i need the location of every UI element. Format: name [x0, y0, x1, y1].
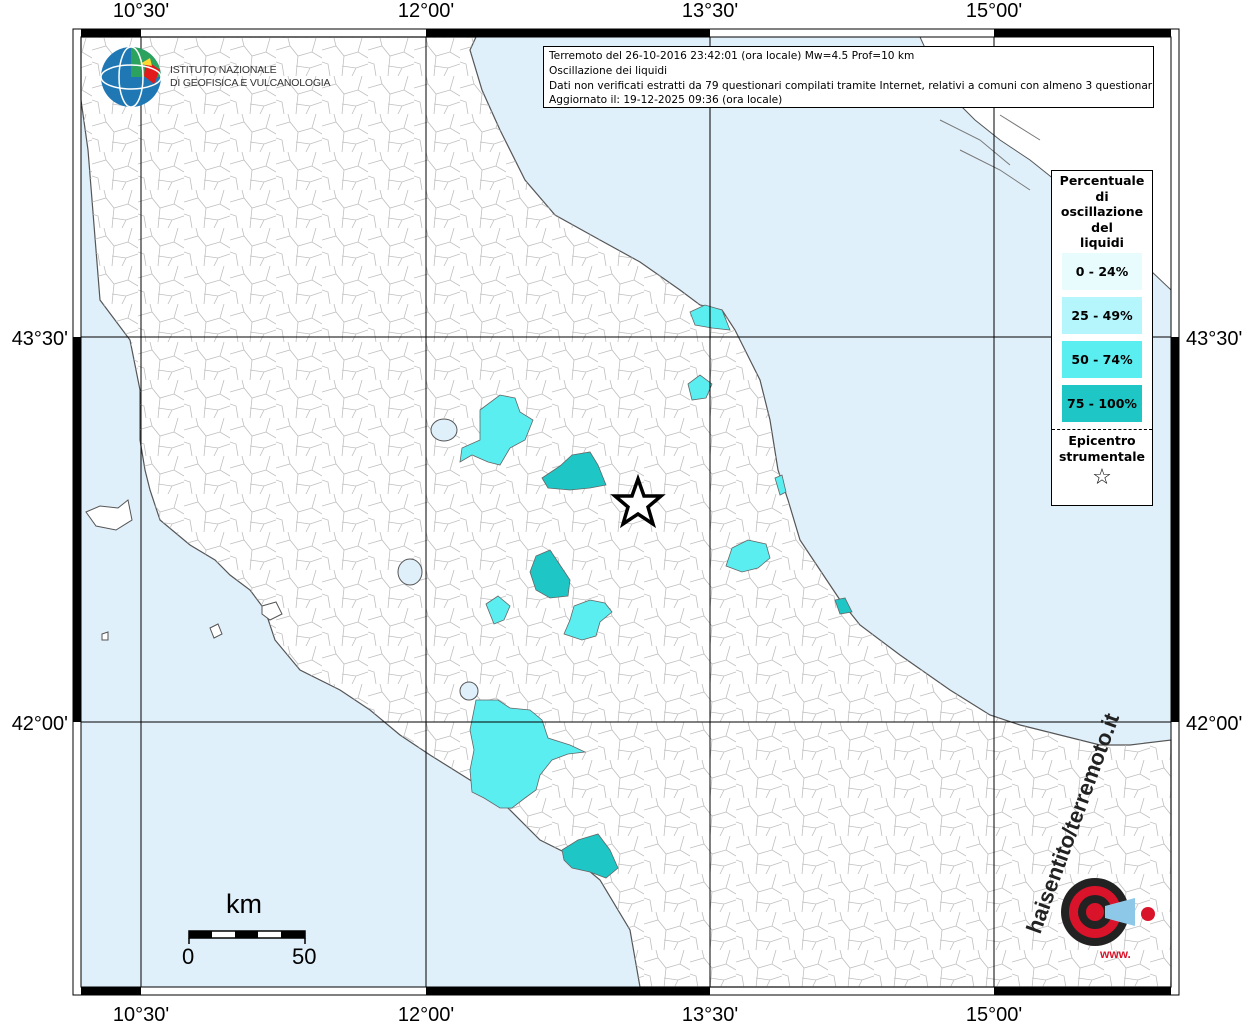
lon-label-bottom-3: 13°30' — [682, 1004, 738, 1024]
legend-title-line: di — [1095, 188, 1109, 204]
legend-title-line: Percentuale — [1059, 173, 1145, 188]
legend: Percentuale di oscillazione del liquidi … — [1051, 170, 1153, 506]
scale-title: km — [226, 889, 262, 919]
legend-epicenter-line: strumentale — [1058, 449, 1146, 464]
legend-class-1: 25 - 49% — [1062, 297, 1142, 334]
legend-epicenter: Epicentro strumentale ☆ — [1052, 430, 1152, 491]
event-info-box: Terremoto del 26-10-2016 23:42:01 (ora l… — [543, 46, 1154, 108]
legend-title-line: del — [1091, 219, 1113, 235]
lat-label-left-2: 42°00' — [12, 713, 68, 735]
ingv-logo — [100, 46, 162, 108]
lon-label-top-4: 15°00' — [966, 0, 1022, 22]
lon-label-top-3: 13°30' — [682, 0, 738, 22]
lake-trasimeno — [430, 418, 458, 442]
legend-class-0: 0 - 24% — [1062, 253, 1142, 290]
map-subtitle: Oscillazione dei liquidi — [549, 64, 668, 77]
ingv-logo-text: ISTITUTO NAZIONALE DI GEOFISICA E VULCAN… — [170, 64, 331, 90]
scale-end-label: 50 — [292, 944, 317, 969]
legend-title: Percentuale di oscillazione del liquidi — [1052, 171, 1152, 253]
scale-start-label: 0 — [182, 944, 195, 969]
lat-label-left-1: 43°30' — [12, 328, 68, 350]
intensity-map: haisentito/terremoto.it www. 10°30' 12°0… — [12, 0, 1243, 1024]
lon-label-bottom-2: 12°00' — [398, 1004, 454, 1024]
lake-bracciano — [459, 681, 479, 701]
legend-class-2: 50 - 74% — [1062, 341, 1142, 378]
event-title: Terremoto del 26-10-2016 23:42:01 (ora l… — [549, 50, 915, 62]
legend-title-line: liquidi — [1080, 235, 1124, 250]
lat-label-right-1: 43°30' — [1186, 328, 1242, 350]
lon-label-top-2: 12°00' — [398, 0, 454, 22]
watermark-url-text: www. — [1099, 947, 1131, 961]
star-icon: ☆ — [1092, 465, 1112, 490]
lon-label-top-1: 10°30' — [113, 0, 169, 22]
legend-class-3: 75 - 100% — [1062, 385, 1142, 422]
lon-label-bottom-4: 15°00' — [966, 1004, 1022, 1024]
data-note: Dati non verificati estratti da 79 quest… — [549, 79, 1154, 92]
ingv-logo-line1: ISTITUTO NAZIONALE — [170, 64, 277, 76]
legend-epicenter-line: Epicentro — [1068, 433, 1136, 448]
lat-label-right-2: 42°00' — [1186, 713, 1242, 735]
ingv-logo-line2: DI GEOFISICA E VULCANOLOGIA — [170, 77, 331, 89]
lon-label-bottom-1: 10°30' — [113, 1004, 169, 1024]
legend-title-line: oscillazione — [1060, 204, 1144, 219]
lake-bolsena — [397, 558, 423, 586]
land-giannutri — [101, 631, 109, 641]
update-time: Aggiornato il: 19-12-2025 09:36 (ora loc… — [549, 94, 783, 107]
